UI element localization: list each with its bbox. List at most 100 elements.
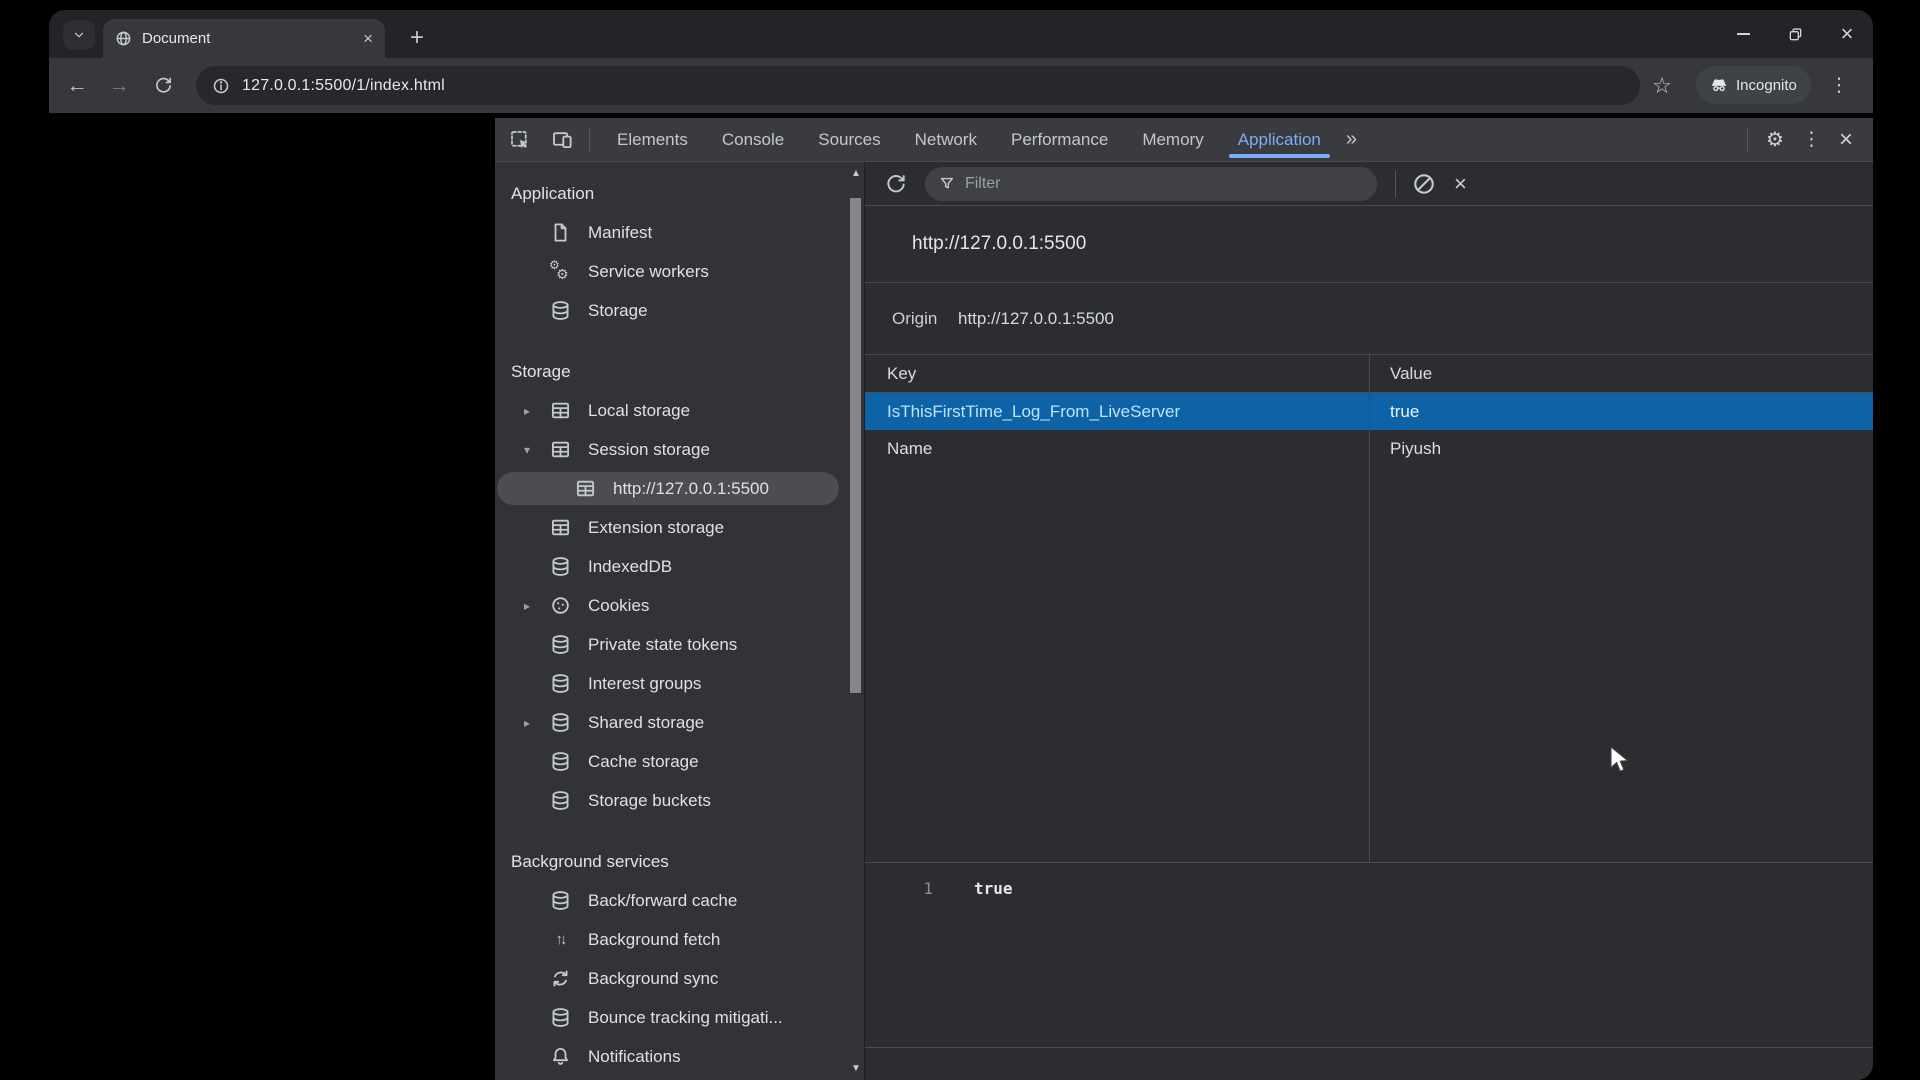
bookmark-button[interactable]: ☆ [1644, 58, 1680, 113]
devtools-close-button[interactable]: × [1839, 128, 1853, 152]
sidebar-item-cookies[interactable]: ▸ Cookies [495, 586, 847, 625]
devtools-panel: Elements Console Sources Network Perform… [495, 118, 1873, 1080]
vertical-dots-icon: ⋮ [1830, 74, 1849, 97]
settings-button[interactable]: ⚙ [1766, 127, 1784, 152]
filter-input[interactable] [965, 175, 1363, 193]
tab-close-icon[interactable]: × [363, 30, 373, 47]
value-preview-pane[interactable]: 1 true [865, 862, 1873, 1047]
browser-menu-button[interactable]: ⋮ [1824, 58, 1854, 113]
sidebar-item-session-storage[interactable]: ▾ Session storage [495, 430, 847, 469]
database-icon [548, 672, 572, 696]
database-icon [548, 711, 572, 735]
table-row[interactable]: IsThisFirstTime_Log_From_LiveServer true [865, 393, 1873, 430]
url-text: 127.0.0.1:5500/1/index.html [242, 77, 445, 95]
sidebar-item-storage[interactable]: Storage [495, 291, 847, 330]
sidebar-item-payment-handler[interactable]: Payment handler [495, 1076, 847, 1080]
back-button[interactable]: ← [59, 58, 95, 113]
scroll-down-arrow[interactable]: ▼ [847, 1063, 865, 1074]
cookie-icon [548, 594, 572, 618]
sidebar-item-storage-buckets[interactable]: Storage buckets [495, 781, 847, 820]
sidebar-item-cache-storage[interactable]: Cache storage [495, 742, 847, 781]
preview-line-number: 1 [865, 879, 933, 898]
sync-icon [548, 967, 572, 991]
refresh-button[interactable] [885, 173, 907, 195]
clear-all-button[interactable] [1412, 172, 1436, 196]
tab-performance[interactable]: Performance [994, 118, 1125, 161]
sidebar-item-background-fetch[interactable]: ↑↓ Background fetch [495, 920, 847, 959]
incognito-icon [1710, 76, 1728, 94]
scroll-up-arrow[interactable]: ▲ [847, 168, 865, 179]
reload-button[interactable] [145, 58, 181, 113]
table-icon [548, 438, 572, 462]
forward-button[interactable]: → [101, 58, 137, 113]
tab-elements[interactable]: Elements [600, 118, 705, 161]
application-sidebar: Application Manifest ⚙⚙ Service workers [495, 162, 847, 1080]
column-header-value[interactable]: Value [1370, 355, 1873, 392]
sidebar-item-back-forward-cache[interactable]: Back/forward cache [495, 881, 847, 920]
origin-value: http://127.0.0.1:5500 [958, 309, 1114, 329]
browser-tab[interactable]: Document × [103, 19, 385, 58]
origin-label: Origin [865, 309, 958, 329]
x-icon: × [1454, 171, 1467, 196]
tab-network[interactable]: Network [898, 118, 994, 161]
storage-panel-toolbar: × [865, 162, 1873, 206]
sidebar-item-background-sync[interactable]: Background sync [495, 959, 847, 998]
sidebar-item-bounce-tracking[interactable]: Bounce tracking mitigati... [495, 998, 847, 1037]
close-window-button[interactable]: × [1821, 10, 1873, 58]
tab-search-button[interactable] [63, 20, 95, 50]
sidebar-item-extension-storage[interactable]: Extension storage [495, 508, 847, 547]
sidebar-item-local-storage[interactable]: ▸ Local storage [495, 391, 847, 430]
table-icon [548, 516, 572, 540]
incognito-label: Incognito [1736, 77, 1797, 94]
restore-icon [1788, 27, 1803, 42]
row-value: Piyush [1370, 430, 1873, 467]
sidebar-item-notifications[interactable]: Notifications [495, 1037, 847, 1076]
tab-strip: Document × + × [49, 10, 1873, 58]
expander-collapsed-icon[interactable]: ▸ [524, 716, 548, 730]
toolbar-separator [1747, 128, 1748, 152]
sidebar-item-service-workers[interactable]: ⚙⚙ Service workers [495, 252, 847, 291]
window-controls: × [1717, 10, 1873, 58]
table-row[interactable]: Name Piyush [865, 430, 1873, 467]
devtools-menu-button[interactable]: ⋮ [1802, 128, 1821, 151]
expander-expanded-icon[interactable]: ▾ [524, 443, 548, 457]
funnel-icon [939, 175, 955, 192]
new-tab-button[interactable]: + [401, 22, 433, 54]
tab-sources[interactable]: Sources [801, 118, 897, 161]
expander-collapsed-icon[interactable]: ▸ [524, 404, 548, 418]
tab-console[interactable]: Console [705, 118, 801, 161]
minimize-button[interactable] [1717, 10, 1769, 58]
star-icon: ☆ [1652, 73, 1672, 99]
devtools-body: Application Manifest ⚙⚙ Service workers [495, 162, 1873, 1080]
sidebar-item-indexeddb[interactable]: IndexedDB [495, 547, 847, 586]
sidebar-item-private-state-tokens[interactable]: Private state tokens [495, 625, 847, 664]
database-icon [548, 750, 572, 774]
more-tabs-button[interactable]: » [1338, 118, 1365, 161]
sidebar-item-shared-storage[interactable]: ▸ Shared storage [495, 703, 847, 742]
tab-application[interactable]: Application [1221, 118, 1338, 161]
table-empty-area[interactable] [865, 467, 1873, 862]
forward-arrow-icon: → [109, 74, 130, 98]
tab-title: Document [142, 30, 353, 47]
scrollbar-thumb[interactable] [850, 198, 861, 693]
vertical-dots-icon: ⋮ [1802, 129, 1821, 150]
sidebar-item-session-storage-origin[interactable]: http://127.0.0.1:5500 [495, 469, 847, 508]
database-icon [548, 889, 572, 913]
file-icon [548, 221, 572, 245]
info-icon[interactable] [212, 77, 230, 95]
sidebar-item-manifest[interactable]: Manifest [495, 213, 847, 252]
sidebar-scrollbar[interactable]: ▲ ▼ [847, 162, 865, 1080]
column-header-key[interactable]: Key [865, 355, 1370, 392]
block-icon [1412, 172, 1436, 196]
address-bar[interactable]: 127.0.0.1:5500/1/index.html [196, 66, 1640, 105]
inspect-element-button[interactable] [503, 118, 537, 161]
toolbar-separator [1395, 171, 1396, 197]
maximize-button[interactable] [1769, 10, 1821, 58]
up-down-arrows-icon: ↑↓ [548, 928, 572, 952]
expander-collapsed-icon[interactable]: ▸ [524, 599, 548, 613]
device-toolbar-button[interactable] [545, 118, 579, 161]
sidebar-item-interest-groups[interactable]: Interest groups [495, 664, 847, 703]
globe-icon [115, 30, 132, 47]
tab-memory[interactable]: Memory [1125, 118, 1220, 161]
delete-selected-button[interactable]: × [1454, 173, 1467, 195]
